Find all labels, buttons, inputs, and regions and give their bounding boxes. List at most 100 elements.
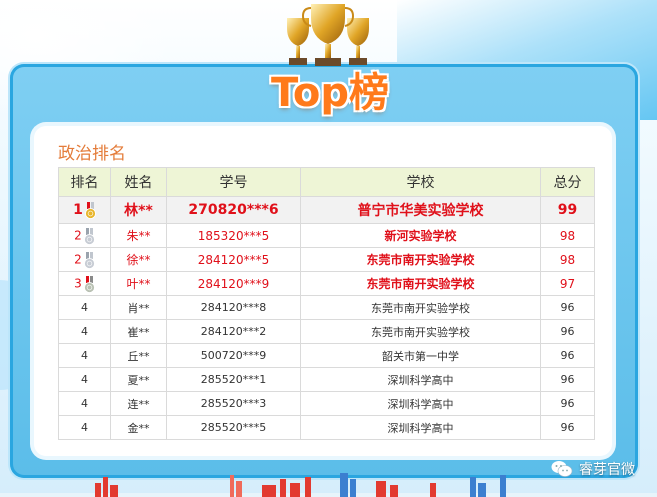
cell-rank: 4: [58, 415, 111, 440]
cell-score: 97: [540, 271, 595, 296]
cell-name: 朱**: [110, 223, 167, 248]
cell-student-id-text: 284120***2: [200, 325, 267, 338]
table-row: 4 夏** 285520***1 深圳科学高中 96: [58, 367, 595, 392]
cell-name-text: 叶**: [126, 277, 151, 291]
cell-name-text: 肖**: [127, 301, 150, 315]
brand-watermark: 睿芽官微: [551, 459, 635, 479]
header-rank: 排名: [58, 167, 111, 197]
cell-score: 96: [540, 343, 595, 368]
cell-name: 丘**: [110, 343, 167, 368]
cell-rank-text: 4: [81, 421, 88, 434]
cell-name-text: 夏**: [127, 373, 150, 387]
cell-school: 深圳科学高中: [300, 415, 541, 440]
table-row: 4 金** 285520***5 深圳科学高中 96: [58, 415, 595, 440]
cell-school: 韶关市第一中学: [300, 343, 541, 368]
cell-rank: 1: [58, 196, 111, 224]
cell-score: 96: [540, 295, 595, 320]
cell-name: 林**: [110, 196, 167, 224]
section-title: 政治排名: [58, 144, 126, 164]
cell-rank: 4: [58, 367, 111, 392]
cell-school: 新河实验学校: [300, 223, 541, 248]
cell-score: 96: [540, 415, 595, 440]
table-row: 4 丘** 500720***9 韶关市第一中学 96: [58, 343, 595, 368]
cell-score: 98: [540, 223, 595, 248]
banner-title: Top榜: [270, 70, 390, 116]
table-row: 4 肖** 284120***8 东莞市南开实验学校 96: [58, 295, 595, 320]
cell-name: 肖**: [110, 295, 167, 320]
brand-name: 睿芽官微: [579, 462, 635, 478]
table-row: 1 林** 270820***6 普宁市华美实验学校 99: [58, 196, 595, 224]
cell-student-id-text: 284120***8: [200, 301, 267, 314]
cell-school-text: 深圳科学高中: [387, 421, 454, 435]
cell-student-id-text: 285520***1: [200, 373, 267, 386]
cell-student-id-text: 284120***5: [197, 252, 270, 267]
header-school: 学校: [300, 167, 541, 197]
cell-school: 东莞市南开实验学校: [300, 319, 541, 344]
ranking-table: 排名 姓名 学号 学校 总分 1 林** 270820***6 普宁市华美实验学校 99…: [58, 167, 595, 440]
cell-name-text: 林**: [124, 203, 153, 219]
cell-name-text: 崔**: [127, 325, 150, 339]
table-row: 4 崔** 284120***2 东莞市南开实验学校 96: [58, 319, 595, 344]
cell-student-id: 500720***9: [166, 343, 301, 368]
cell-name: 叶**: [110, 271, 167, 296]
cell-student-id: 284120***5: [166, 247, 301, 272]
cell-name: 徐**: [110, 247, 167, 272]
cell-student-id-text: 500720***9: [200, 349, 267, 362]
cell-student-id-text: 270820***6: [188, 202, 279, 218]
header-name: 姓名: [110, 167, 167, 197]
cell-score: 98: [540, 247, 595, 272]
header-student-id: 学号: [166, 167, 301, 197]
cell-rank-text: 4: [81, 373, 88, 386]
cell-student-id: 285520***3: [166, 391, 301, 416]
cell-rank: 2: [58, 223, 111, 248]
cell-school: 深圳科学高中: [300, 367, 541, 392]
cell-score: 96: [540, 319, 595, 344]
cell-name-text: 金**: [127, 421, 150, 435]
cell-school: 东莞市南开实验学校: [300, 295, 541, 320]
header-score: 总分: [540, 167, 595, 197]
gold-medal-icon: [84, 202, 96, 219]
cell-rank-text: 4: [81, 349, 88, 362]
cell-school-text: 普宁市华美实验学校: [357, 203, 484, 219]
cell-score-text: 98: [559, 228, 576, 243]
cell-rank-text: 3: [74, 276, 82, 290]
cell-student-id-text: 185320***5: [197, 228, 270, 243]
cell-score-text: 98: [559, 252, 576, 267]
cell-rank: 4: [58, 319, 111, 344]
cell-rank: 4: [58, 295, 111, 320]
bronze-medal-icon: [83, 275, 95, 293]
cell-rank-text: 2: [74, 252, 82, 266]
table-row: 4 连** 285520***3 深圳科学高中 96: [58, 391, 595, 416]
cell-score: 99: [540, 196, 595, 224]
cell-name-text: 朱**: [126, 229, 151, 243]
cell-school-text: 韶关市第一中学: [382, 349, 459, 363]
cell-name: 崔**: [110, 319, 167, 344]
cell-name-text: 徐**: [126, 253, 151, 267]
cell-score-text: 97: [559, 276, 576, 291]
cell-school-text: 东莞市南开实验学校: [366, 277, 475, 291]
cell-school-text: 东莞市南开实验学校: [366, 253, 475, 267]
cell-student-id: 185320***5: [166, 223, 301, 248]
cell-student-id: 285520***5: [166, 415, 301, 440]
cell-score-text: 96: [560, 397, 575, 410]
cell-name: 金**: [110, 415, 167, 440]
silver-medal-icon: [83, 227, 95, 245]
cell-rank: 4: [58, 391, 111, 416]
cell-student-id: 284120***9: [166, 271, 301, 296]
cell-score-text: 96: [560, 373, 575, 386]
cell-school-text: 深圳科学高中: [387, 397, 454, 411]
cell-score: 96: [540, 367, 595, 392]
cell-score-text: 96: [560, 301, 575, 314]
cell-student-id: 284120***8: [166, 295, 301, 320]
cell-name-text: 连**: [127, 397, 150, 411]
cell-rank: 3: [58, 271, 111, 296]
cell-rank: 2: [58, 247, 111, 272]
cell-school-text: 新河实验学校: [384, 229, 457, 243]
cell-student-id: 284120***2: [166, 319, 301, 344]
cell-school: 深圳科学高中: [300, 391, 541, 416]
cell-rank-text: 4: [81, 325, 88, 338]
cell-school-text: 深圳科学高中: [387, 373, 454, 387]
cell-score-text: 96: [560, 325, 575, 338]
cell-school: 东莞市南开实验学校: [300, 271, 541, 296]
table-row: 2 徐** 284120***5 东莞市南开实验学校 98: [58, 247, 595, 272]
